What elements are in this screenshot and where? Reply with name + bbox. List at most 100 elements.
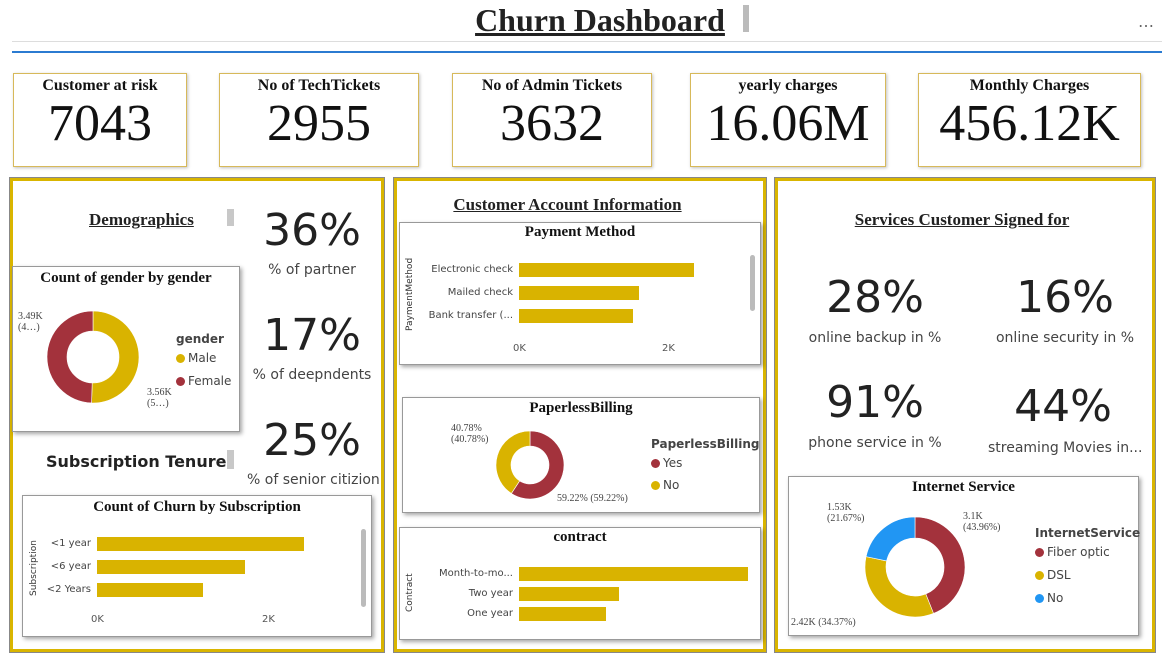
y-tick-label: Two year	[468, 588, 513, 599]
demographics-title: Demographics	[89, 210, 194, 229]
dsl-data-label: 2.42K (34.37%)	[791, 617, 856, 628]
x-tick: 2K	[662, 343, 675, 354]
donut-slice-no[interactable]	[865, 516, 916, 562]
no-data-label: 1.53K (21.67%)	[827, 502, 865, 524]
header-line	[12, 51, 1162, 53]
legend-yes[interactable]: Yes	[651, 456, 682, 470]
online-backup-value: 28%	[826, 272, 924, 323]
y-tick-label: Bank transfer (...	[428, 310, 513, 321]
legend-no[interactable]: No	[651, 478, 679, 492]
online-backup-label: online backup in %	[808, 330, 942, 346]
bar[interactable]	[97, 537, 304, 551]
y-tick-label: Month-to-mo...	[438, 568, 513, 579]
kpi-value: 3632	[500, 95, 604, 152]
title-scrollbar[interactable]	[743, 5, 749, 32]
legend-title: gender	[176, 332, 224, 346]
paperless-billing-chart[interactable]: PaperlessBilling 40.78% (40.78%) 59.22% (…	[402, 397, 760, 513]
paperless-donut	[495, 430, 565, 500]
chart-title: Count of gender by gender	[40, 270, 212, 286]
kpi-label: No of Admin Tickets	[481, 77, 623, 94]
more-options-icon[interactable]: …	[1138, 12, 1155, 31]
kpi-value: 456.12K	[939, 95, 1120, 152]
dependents-value: 17%	[263, 310, 361, 361]
header-divider	[12, 41, 1162, 42]
contract-chart[interactable]: contract Contract Month-to-mo... Two year…	[399, 527, 761, 640]
donut-slice-male[interactable]	[91, 310, 140, 404]
fiber-data-label: 3.1K (43.96%)	[963, 511, 1001, 533]
x-tick: 0K	[91, 614, 104, 625]
x-tick: 2K	[262, 614, 275, 625]
legend-title: PaperlessBilling	[651, 437, 760, 451]
legend-no[interactable]: No	[1035, 591, 1063, 605]
chart-title: Internet Service	[912, 479, 1015, 495]
bar[interactable]	[97, 583, 203, 597]
chart-title: contract	[553, 529, 607, 545]
bar[interactable]	[519, 286, 639, 300]
male-data-label: 3.56K (5…)	[147, 387, 172, 409]
kpi-monthly-charges[interactable]: Monthly Charges 456.12K	[918, 73, 1141, 167]
donut-slice-female[interactable]	[46, 310, 94, 404]
page-title: Churn Dashboard	[475, 2, 725, 38]
legend-title: InternetService	[1035, 526, 1141, 540]
chart-title: PaperlessBilling	[529, 400, 633, 416]
title-scrollbar	[227, 450, 234, 469]
phone-service-label: phone service in %	[808, 435, 942, 451]
legend-fiber-optic[interactable]: Fiber optic	[1035, 545, 1110, 559]
female-data-label: 3.49K (4…)	[18, 311, 43, 333]
donut-slice-dsl[interactable]	[864, 556, 934, 618]
kpi-label: No of TechTickets	[257, 77, 381, 94]
gender-donut	[46, 310, 140, 404]
yes-data-label: 59.22% (59.22%)	[557, 493, 628, 504]
bar[interactable]	[519, 607, 606, 621]
chart-title: Payment Method	[524, 224, 636, 240]
y-tick-label: <1 year	[50, 538, 91, 549]
account-title: Customer Account Information	[453, 195, 682, 214]
bar[interactable]	[519, 567, 748, 581]
services-title: Services Customer Signed for	[854, 210, 1070, 229]
kpi-label: yearly charges	[738, 77, 838, 94]
no-data-label: 40.78% (40.78%)	[451, 423, 489, 445]
legend-dsl[interactable]: DSL	[1035, 568, 1071, 582]
title-scrollbar	[227, 209, 234, 226]
streaming-movies-label: streaming Movies in...	[988, 440, 1143, 456]
kpi-value: 16.06M	[706, 95, 870, 152]
gender-chart[interactable]: Count of gender by gender 3.49K (4…) 3.56…	[12, 266, 240, 432]
partner-value: 36%	[263, 205, 361, 256]
kpi-label: Monthly Charges	[969, 77, 1090, 94]
bar[interactable]	[519, 309, 633, 323]
senior-label: % of senior citizion	[247, 472, 380, 488]
bar[interactable]	[519, 587, 619, 601]
kpi-tech-tickets[interactable]: No of TechTickets 2955	[219, 73, 419, 167]
kpi-label: Customer at risk	[42, 77, 158, 94]
kpi-customer-at-risk[interactable]: Customer at risk 7043	[13, 73, 187, 167]
online-security-label: online security in %	[995, 330, 1135, 346]
partner-label: % of partner	[268, 262, 356, 278]
kpi-value: 7043	[48, 95, 152, 152]
kpi-yearly-charges[interactable]: yearly charges 16.06M	[690, 73, 886, 167]
chart-title: Count of Churn by Subscription	[93, 499, 301, 515]
bar[interactable]	[97, 560, 245, 574]
internet-service-chart[interactable]: Internet Service 1.53K (21.67%) 3.1K (43.9…	[788, 476, 1141, 636]
internet-donut	[864, 516, 966, 618]
online-security-value: 16%	[1016, 272, 1114, 323]
y-tick-label: Mailed check	[447, 287, 513, 298]
bar[interactable]	[519, 263, 694, 277]
subscription-tenure-title: Subscription Tenure	[46, 452, 227, 471]
legend-male[interactable]: Male	[176, 351, 216, 365]
payment-method-chart[interactable]: Payment Method PaymentMethod Electronic …	[399, 222, 761, 365]
y-tick-label: <2 Years	[46, 584, 91, 595]
phone-service-value: 91%	[826, 377, 924, 428]
kpi-value: 2955	[267, 95, 371, 152]
streaming-movies-value: 44%	[1014, 381, 1112, 432]
y-tick-label: One year	[467, 608, 513, 619]
y-tick-label: <6 year	[50, 561, 91, 572]
dependents-label: % of deepndents	[252, 367, 372, 383]
y-tick-label: Electronic check	[431, 264, 513, 275]
subscription-chart[interactable]: Count of Churn by Subscription Subscript…	[22, 495, 372, 637]
legend-female[interactable]: Female	[176, 374, 231, 388]
senior-value: 25%	[263, 415, 361, 466]
chart-scrollbar[interactable]	[361, 529, 366, 607]
kpi-admin-tickets[interactable]: No of Admin Tickets 3632	[452, 73, 652, 167]
chart-scrollbar[interactable]	[750, 255, 755, 311]
x-tick: 0K	[513, 343, 526, 354]
